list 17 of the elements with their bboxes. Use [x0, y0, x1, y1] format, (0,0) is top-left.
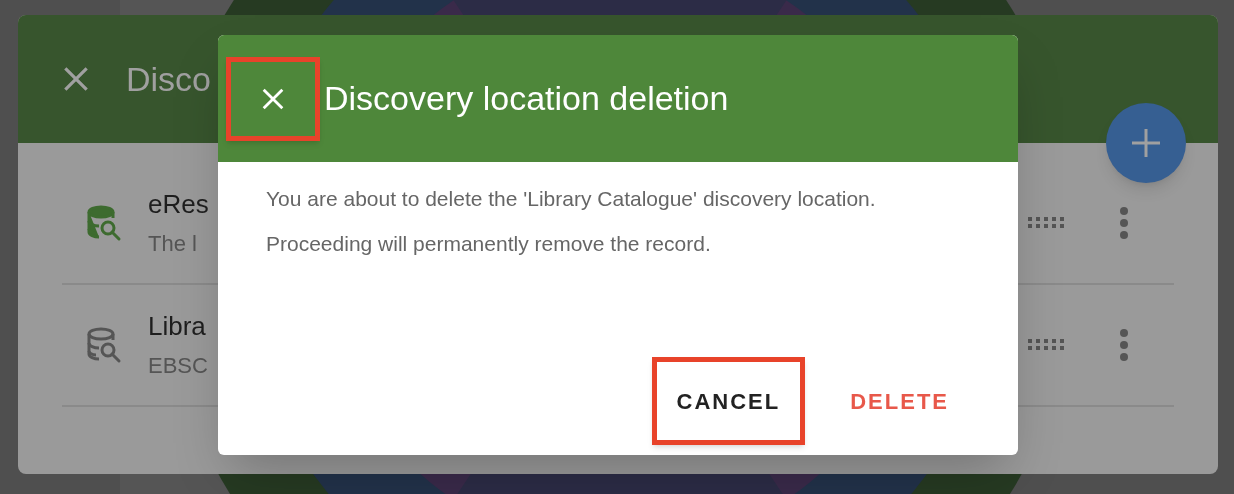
- panel-title: Disco: [126, 58, 212, 100]
- dialog-title: Discovery location deletion: [324, 78, 729, 119]
- close-button[interactable]: [226, 56, 320, 141]
- drag-handle-icon: [1028, 217, 1066, 229]
- more-icon: [1119, 328, 1129, 362]
- dialog-message: You are about to delete the 'Library Catalogue' discovery location. Proceeding will permanently remove the record.: [265, 186, 877, 257]
- more-options-button[interactable]: [1118, 206, 1130, 240]
- more-icon: [1119, 206, 1129, 240]
- plus-icon: [1130, 127, 1162, 159]
- delete-button[interactable]: DELETE: [825, 357, 974, 445]
- row-subtitle: EBSC: [148, 352, 208, 380]
- row-title: Libra: [148, 310, 207, 342]
- row-title: eRes: [148, 188, 209, 220]
- drag-handle-icon: [1028, 339, 1066, 351]
- cancel-button[interactable]: CANCEL: [651, 357, 806, 445]
- row-subtitle: The l: [148, 230, 198, 258]
- more-options-button[interactable]: [1118, 328, 1130, 362]
